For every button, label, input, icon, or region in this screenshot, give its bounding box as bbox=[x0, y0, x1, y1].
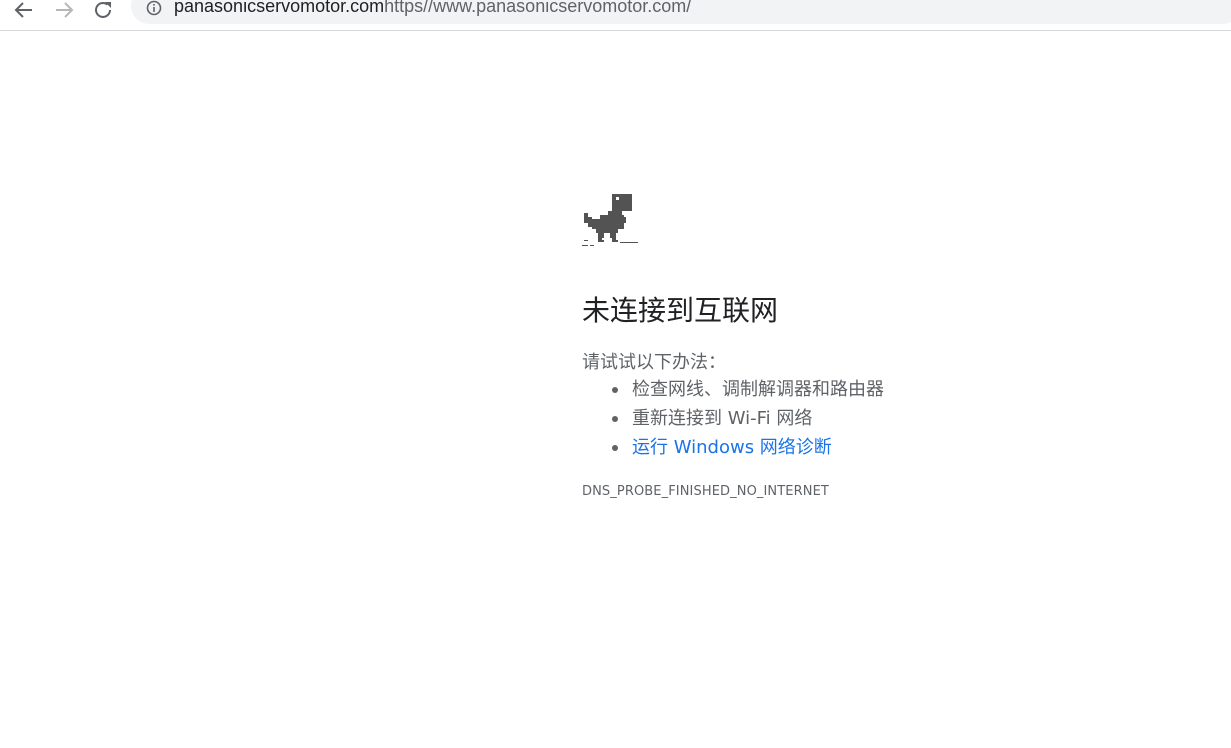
url-text[interactable]: panasonicservomotor.comhttps//www.panaso… bbox=[174, 0, 691, 17]
error-code: DNS_PROBE_FINISHED_NO_INTERNET bbox=[582, 484, 829, 499]
info-icon[interactable] bbox=[146, 0, 162, 16]
back-button[interactable] bbox=[11, 0, 37, 20]
suggestion-check-cables: 检查网线、调制解调器和路由器 bbox=[612, 377, 884, 406]
url-rest: https//www.panasonicservomotor.com/ bbox=[384, 0, 692, 16]
arrow-left-icon bbox=[14, 2, 32, 18]
page-title: 未连接到互联网 bbox=[582, 294, 779, 327]
forward-button[interactable] bbox=[51, 0, 77, 20]
arrow-right-icon bbox=[56, 2, 74, 18]
suggestion-reconnect-wifi: 重新连接到 Wi-Fi 网络 bbox=[612, 406, 884, 435]
suggestions-list: 检查网线、调制解调器和路由器 重新连接到 Wi-Fi 网络 运行 Windows… bbox=[612, 377, 884, 464]
reload-button[interactable] bbox=[91, 0, 117, 20]
run-network-diagnostics-link[interactable]: 运行 Windows 网络诊断 bbox=[612, 435, 884, 464]
browser-toolbar: panasonicservomotor.comhttps//www.panaso… bbox=[0, 0, 1231, 31]
url-domain: panasonicservomotor.com bbox=[174, 0, 385, 16]
dinosaur-icon[interactable] bbox=[582, 193, 638, 253]
suggestions-heading: 请试试以下办法： bbox=[582, 352, 726, 373]
reload-icon bbox=[95, 1, 111, 18]
